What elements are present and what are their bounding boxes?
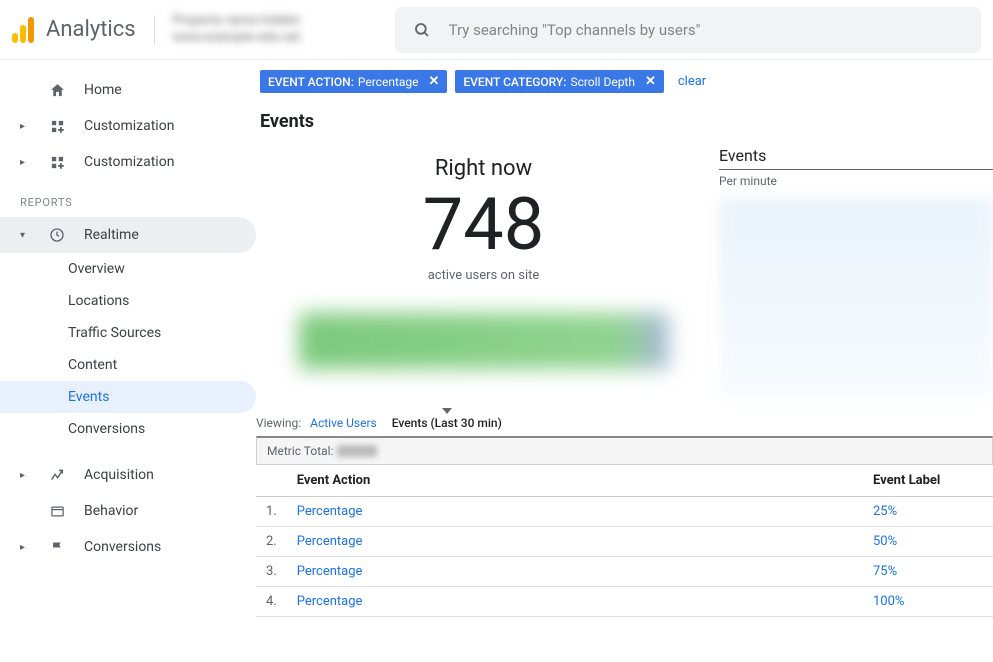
behavior-icon	[48, 504, 66, 519]
close-icon[interactable]: ✕	[429, 74, 440, 89]
right-now-subtitle: active users on site	[280, 268, 687, 283]
sidebar-section-reports: REPORTS	[0, 180, 256, 217]
sidebar-item-realtime[interactable]: ▾ Realtime	[0, 217, 256, 253]
event-label-cell[interactable]: 75%	[863, 557, 993, 587]
sidebar-sub-conversions[interactable]: Conversions	[0, 413, 256, 445]
sidebar-item-behavior[interactable]: Behavior	[0, 493, 256, 529]
chevron-right-icon: ▸	[20, 157, 30, 168]
table-row: 2.Percentage50%	[256, 527, 993, 557]
row-index: 3.	[256, 557, 287, 587]
metric-total-value	[337, 445, 377, 457]
event-label-cell[interactable]: 25%	[863, 497, 993, 527]
app-header: Analytics Property name hiddenwww.exampl…	[0, 0, 993, 60]
home-icon	[48, 82, 66, 99]
active-users-count: 748	[280, 185, 687, 264]
main-content: EVENT ACTION: Percentage ✕ EVENT CATEGOR…	[256, 60, 993, 662]
search-placeholder: Try searching "Top channels by users"	[449, 21, 701, 39]
sidebar-item-customization[interactable]: ▸ Customization	[0, 144, 256, 180]
tab-active-users[interactable]: Active Users	[310, 416, 377, 430]
divider	[154, 15, 155, 45]
clear-filters-link[interactable]: clear	[678, 74, 706, 89]
sidebar-item-label: Acquisition	[84, 467, 154, 483]
sidebar-item-label: Conversions	[84, 539, 161, 555]
event-action-cell[interactable]: Percentage	[287, 527, 863, 557]
events-side-title: Events	[719, 146, 993, 170]
table-row: 3.Percentage75%	[256, 557, 993, 587]
acquisition-icon	[48, 467, 66, 483]
table-row: 1.Percentage25%	[256, 497, 993, 527]
col-event-action[interactable]: Event Action	[287, 465, 863, 497]
flag-icon	[48, 540, 66, 555]
right-now-title: Right now	[280, 156, 687, 181]
dashboard-icon	[48, 119, 66, 134]
sidebar-item-label: Home	[84, 82, 122, 98]
tab-events-30min[interactable]: Events (Last 30 min)	[392, 416, 502, 430]
event-action-cell[interactable]: Percentage	[287, 557, 863, 587]
viewing-tabs: Viewing: Active Users Events (Last 30 mi…	[256, 398, 993, 436]
device-bar-chart	[299, 313, 669, 369]
events-per-minute-card: Events Per minute	[719, 146, 993, 398]
events-table: Event Action Event Label 1.Percentage25%…	[256, 465, 993, 617]
sidebar-item-conversions[interactable]: ▸ Conversions	[0, 529, 256, 565]
metric-total-row: Metric Total:	[256, 436, 993, 465]
close-icon[interactable]: ✕	[645, 74, 656, 89]
event-label-cell[interactable]: 50%	[863, 527, 993, 557]
events-minute-chart	[719, 198, 993, 398]
filter-bar: EVENT ACTION: Percentage ✕ EVENT CATEGOR…	[256, 60, 993, 103]
sidebar-item-acquisition[interactable]: ▸ Acquisition	[0, 457, 256, 493]
sidebar-item-label: Customization	[84, 154, 174, 170]
table-row: 4.Percentage100%	[256, 587, 993, 617]
sidebar-item-label: Behavior	[84, 503, 138, 519]
col-event-label[interactable]: Event Label	[863, 465, 993, 497]
sidebar-item-label: Realtime	[84, 227, 139, 243]
sidebar-item-label: Customization	[84, 118, 174, 134]
event-action-cell[interactable]: Percentage	[287, 587, 863, 617]
property-selector[interactable]: Property name hiddenwww.example-site.net	[173, 13, 383, 47]
chevron-right-icon: ▸	[20, 470, 30, 481]
sidebar-sub-content[interactable]: Content	[0, 349, 256, 381]
filter-chip-event-action[interactable]: EVENT ACTION: Percentage ✕	[260, 70, 447, 93]
events-side-sub: Per minute	[719, 170, 993, 188]
filter-chip-event-category[interactable]: EVENT CATEGORY: Scroll Depth ✕	[455, 70, 663, 93]
sidebar-sub-locations[interactable]: Locations	[0, 285, 256, 317]
search-bar[interactable]: Try searching "Top channels by users"	[395, 7, 981, 53]
search-icon	[413, 21, 431, 39]
row-index: 2.	[256, 527, 287, 557]
left-sidebar: Home ▸ Customization ▸ Customization REP…	[0, 60, 256, 662]
row-index: 4.	[256, 587, 287, 617]
page-title: Events	[256, 103, 993, 146]
row-index: 1.	[256, 497, 287, 527]
sidebar-sub-overview[interactable]: Overview	[0, 253, 256, 285]
sidebar-item-home[interactable]: Home	[0, 72, 256, 108]
app-name: Analytics	[46, 17, 136, 42]
sidebar-sub-events[interactable]: Events	[0, 381, 256, 413]
app-logo[interactable]: Analytics	[12, 17, 136, 43]
sidebar-sub-traffic-sources[interactable]: Traffic Sources	[0, 317, 256, 349]
event-action-cell[interactable]: Percentage	[287, 497, 863, 527]
sidebar-item-customization[interactable]: ▸ Customization	[0, 108, 256, 144]
dashboard-icon	[48, 155, 66, 170]
analytics-logo-icon	[12, 17, 38, 43]
clock-icon	[48, 227, 66, 243]
event-label-cell[interactable]: 100%	[863, 587, 993, 617]
right-now-card: Right now 748 active users on site	[260, 146, 707, 398]
chevron-down-icon: ▾	[20, 230, 30, 241]
chevron-right-icon: ▸	[20, 542, 30, 553]
chevron-right-icon: ▸	[20, 121, 30, 132]
